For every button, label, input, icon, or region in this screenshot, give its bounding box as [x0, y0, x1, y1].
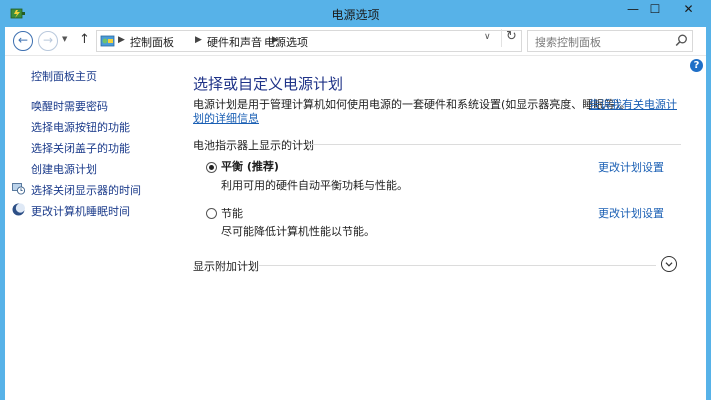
refresh-button[interactable]: ↻ [501, 29, 521, 47]
page-title: 选择或自定义电源计划 [193, 75, 344, 93]
sidebar-item-sleep-time[interactable]: 更改计算机睡眠时间 [31, 203, 130, 219]
navigation-bar: ← → ▼ ↑ ▶ 控制面板 ▶ 硬件和声音 ▶ 电源选项 ∨ ↻ 搜索控制面板 [0, 27, 711, 56]
additional-plans-heading[interactable]: 显示附加计划 [193, 258, 259, 274]
sidebar-item-power-button[interactable]: 选择电源按钮的功能 [31, 119, 130, 135]
search-icon[interactable] [675, 34, 688, 47]
expand-chevron-down-icon[interactable] [661, 256, 677, 272]
window-title: 电源选项 [331, 8, 380, 22]
plan-power-saver-description: 尽可能降低计算机性能以节能。 [221, 225, 375, 238]
back-button[interactable]: ← [13, 31, 33, 51]
control-panel-icon [100, 35, 115, 47]
title-bar: 电源选项 — ☐ ✕ [0, 0, 711, 27]
maximize-button[interactable]: ☐ [644, 0, 666, 20]
power-plans-help-link-continued[interactable]: 划的详细信息 [193, 110, 259, 126]
window-border-left [0, 27, 5, 400]
breadcrumb-separator[interactable]: ▶ [118, 35, 125, 45]
sidebar-item-display-off[interactable]: 选择关闭显示器的时间 [31, 182, 141, 198]
recent-locations-button[interactable]: ▼ [62, 35, 67, 43]
minimize-button[interactable]: — [622, 0, 644, 20]
sidebar-item-control-panel-home[interactable]: 控制面板主页 [31, 68, 97, 84]
section-divider [306, 144, 681, 145]
plan-balanced-change-settings-link[interactable]: 更改计划设置 [598, 159, 664, 175]
breadcrumb-separator[interactable]: ▶ [195, 35, 202, 45]
address-dropdown-button[interactable]: ∨ [484, 32, 491, 42]
battery-plans-section-heading: 电池指示器上显示的计划 [193, 139, 314, 152]
moon-icon [12, 203, 25, 216]
plan-balanced-label[interactable]: 平衡 (推荐) [221, 158, 279, 174]
help-icon[interactable]: ? [690, 59, 703, 72]
plan-power-saver-radio[interactable] [206, 208, 217, 219]
plan-power-saver-label[interactable]: 节能 [221, 205, 243, 221]
sidebar-item-lid-close[interactable]: 选择关闭盖子的功能 [31, 140, 130, 156]
plan-balanced-radio[interactable] [206, 162, 217, 173]
monitor-clock-icon [12, 183, 25, 195]
plan-power-saver-change-settings-link[interactable]: 更改计划设置 [598, 205, 664, 221]
sidebar-item-wake-password[interactable]: 唤醒时需要密码 [31, 98, 108, 114]
close-button[interactable]: ✕ [666, 0, 711, 20]
breadcrumb-control-panel[interactable]: 控制面板 [130, 34, 174, 50]
search-input[interactable]: 搜索控制面板 [535, 34, 601, 50]
window-border-right [706, 27, 711, 400]
search-box[interactable]: 搜索控制面板 [527, 30, 693, 52]
power-plans-help-link[interactable]: 告诉我有关电源计 [589, 96, 677, 112]
breadcrumb-power-options[interactable]: 电源选项 [264, 34, 308, 50]
plan-balanced-description: 利用可用的硬件自动平衡功耗与性能。 [221, 179, 408, 192]
address-bar[interactable]: ▶ 控制面板 ▶ 硬件和声音 ▶ 电源选项 [96, 30, 522, 52]
sidebar-item-create-plan[interactable]: 创建电源计划 [31, 161, 97, 177]
forward-button[interactable]: → [38, 31, 58, 51]
additional-plans-divider [259, 265, 656, 266]
up-button[interactable]: ↑ [79, 32, 90, 47]
breadcrumb-hardware-sound[interactable]: 硬件和声音 [207, 34, 262, 50]
